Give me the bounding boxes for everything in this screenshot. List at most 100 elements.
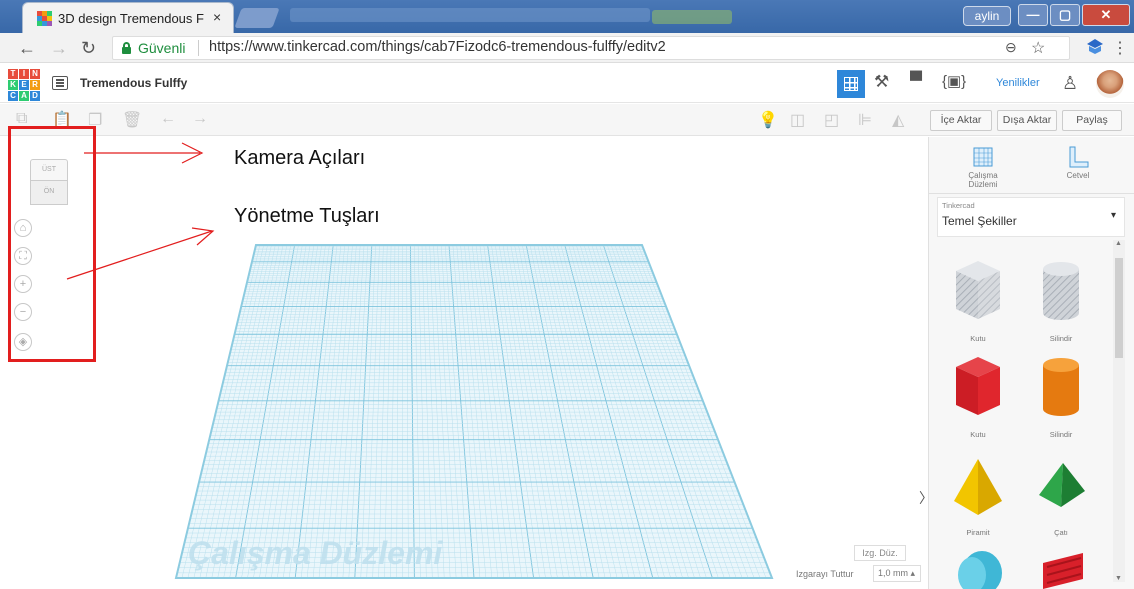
ungroup-icon[interactable]: ◰: [824, 110, 839, 130]
redo-icon[interactable]: →: [192, 110, 208, 128]
collapse-panel-icon[interactable]: 〉: [919, 488, 928, 518]
cylinder-hole-icon: [1043, 262, 1079, 320]
close-window-button[interactable]: ✕: [1082, 4, 1130, 26]
divider: [929, 193, 1134, 194]
workplane-tool[interactable]: Çalışma Düzlemi: [953, 145, 1013, 189]
dropdown-arrow-icon: ▾: [1110, 210, 1116, 221]
workplane-watermark: Çalışma Düzlemi: [188, 535, 443, 571]
maximize-button[interactable]: ▢: [1050, 4, 1080, 26]
pickaxe-icon[interactable]: ⚒: [874, 72, 889, 92]
app-header: T I N K E R C A D Tremendous Fulffy ⚒ ▀ …: [0, 64, 1134, 103]
edit-toolbar: ⧉ 📋 ❐ 🗑 ← → 💡 ◫ ◰ ⊫ ◭ İçe Aktar Dışa Akt…: [0, 104, 1134, 136]
back-icon[interactable]: ←: [18, 38, 36, 59]
logo-letter: E: [19, 80, 29, 90]
control-buttons-annotation: Yönetme Tuşları: [234, 205, 380, 227]
ruler-tool[interactable]: Cetvel: [1053, 145, 1103, 180]
yellow-pyramid-icon: [954, 459, 1002, 515]
orange-cylinder-icon: [1043, 358, 1079, 416]
divider: [198, 40, 199, 56]
lock-icon: [122, 42, 131, 54]
url-text[interactable]: https://www.tinkercad.com/things/cab7Fiz…: [209, 39, 666, 55]
shape-roof[interactable]: Çatı: [1029, 455, 1093, 537]
address-bar: ← → ↻ Güvenli https://www.tinkercad.com/…: [0, 33, 1134, 63]
shape-label: Silindir: [1049, 334, 1073, 343]
ruler-icon: [1069, 146, 1089, 168]
shape-cylinder-hole[interactable]: Silindir: [1029, 257, 1093, 343]
workplane-icon: [973, 147, 993, 167]
menu-icon[interactable]: ⋮: [1112, 38, 1128, 58]
shape-round-roof[interactable]: [946, 545, 1010, 589]
export-button[interactable]: Dışa Aktar: [997, 110, 1057, 131]
extension-icon[interactable]: [1086, 38, 1104, 56]
controls-highlight-box: [8, 126, 96, 362]
category-source: Tinkercad: [942, 201, 975, 210]
workplane-grid[interactable]: [0, 137, 928, 589]
logo-letter: K: [8, 80, 18, 90]
browser-titlebar: 3D design Tremendous F × aylin — ▢ ✕: [0, 0, 1134, 33]
shape-box[interactable]: Kutu: [946, 353, 1010, 439]
red-text-shape-icon: [1043, 553, 1083, 589]
shape-label: Kutu: [970, 430, 986, 439]
minimize-button[interactable]: —: [1018, 4, 1048, 26]
share-button[interactable]: Paylaş: [1062, 110, 1122, 131]
delete-icon[interactable]: 🗑: [122, 110, 142, 130]
shapes-panel: Çalışma Düzlemi Cetvel Tinkercad Temel Ş…: [928, 137, 1134, 589]
design-list-icon[interactable]: [52, 76, 68, 90]
shape-label: Çatı: [1054, 528, 1068, 537]
mirror-icon[interactable]: ◭: [892, 110, 904, 130]
import-button[interactable]: İçe Aktar: [930, 110, 992, 131]
logo-letter: T: [8, 69, 18, 79]
edit-grid-button[interactable]: Izg. Düz.: [854, 545, 906, 561]
logo-letter: I: [19, 69, 29, 79]
news-link[interactable]: Yenilikler: [996, 77, 1040, 89]
scroll-down-icon[interactable]: ▼: [1115, 575, 1122, 582]
star-icon[interactable]: ☆: [1031, 38, 1045, 58]
teal-cylinder-icon: [958, 551, 1002, 589]
new-tab-button[interactable]: [234, 8, 280, 28]
url-field[interactable]: Güvenli https://www.tinkercad.com/things…: [112, 36, 1070, 60]
code-blocks-icon[interactable]: {▣}: [942, 72, 966, 90]
scroll-up-icon[interactable]: ▲: [1115, 240, 1122, 247]
logo-letter: D: [30, 91, 40, 101]
undo-icon[interactable]: ←: [160, 110, 176, 128]
tinkercad-logo[interactable]: T I N K E R C A D: [8, 69, 40, 101]
grid-icon: [844, 77, 858, 91]
avatar[interactable]: [1096, 70, 1124, 98]
shape-category-select[interactable]: Tinkercad Temel Şekiller ▾: [937, 197, 1125, 237]
snap-grid-select[interactable]: 1,0 mm ▴: [873, 565, 921, 582]
workplane-label: Çalışma Düzlemi: [968, 171, 998, 189]
add-user-icon[interactable]: ♙: [1062, 73, 1078, 94]
scrollbar-thumb[interactable]: [1115, 258, 1123, 358]
tab-close-icon[interactable]: ×: [213, 9, 221, 25]
bricks-icon[interactable]: ▀: [910, 71, 922, 91]
snap-grid-label: Izgarayı Tuttur: [796, 569, 854, 579]
3d-view-button[interactable]: [837, 70, 865, 98]
project-name[interactable]: Tremendous Fulffy: [80, 76, 187, 90]
browser-tab[interactable]: 3D design Tremendous F ×: [22, 2, 234, 33]
reload-icon[interactable]: ↻: [81, 38, 96, 59]
logo-letter: R: [30, 80, 40, 90]
forward-icon[interactable]: →: [50, 38, 68, 59]
camera-angles-annotation: Kamera Açıları: [234, 147, 366, 169]
light-bulb-icon[interactable]: 💡: [758, 110, 778, 130]
shape-box-hole[interactable]: Kutu: [946, 257, 1010, 343]
panel-scrollbar[interactable]: [1113, 240, 1125, 582]
blurred-badge: [652, 10, 732, 24]
shape-label: Piramit: [966, 528, 990, 537]
tinkercad-favicon-icon: [37, 11, 52, 26]
3d-workspace[interactable]: ÜST ÖN ⌂ ⛶ + − ◈ Çalışma Düzlemi Izg. Dü…: [0, 137, 928, 589]
shape-cylinder[interactable]: Silindir: [1029, 353, 1093, 439]
shape-text[interactable]: [1029, 545, 1093, 589]
ruler-label: Cetvel: [1066, 171, 1090, 180]
blurred-title-text: [290, 8, 650, 22]
shape-pyramid[interactable]: Piramit: [946, 455, 1010, 537]
shape-label: Silindir: [1049, 430, 1073, 439]
profile-button[interactable]: aylin: [963, 6, 1011, 26]
zoom-icon[interactable]: ⊖: [1005, 39, 1017, 56]
secure-label: Güvenli: [138, 40, 186, 56]
align-icon[interactable]: ⊫: [858, 110, 872, 130]
group-icon[interactable]: ◫: [790, 110, 805, 130]
category-name: Temel Şekiller: [942, 214, 1017, 228]
logo-letter: N: [30, 69, 40, 79]
red-box-icon: [956, 357, 1000, 415]
